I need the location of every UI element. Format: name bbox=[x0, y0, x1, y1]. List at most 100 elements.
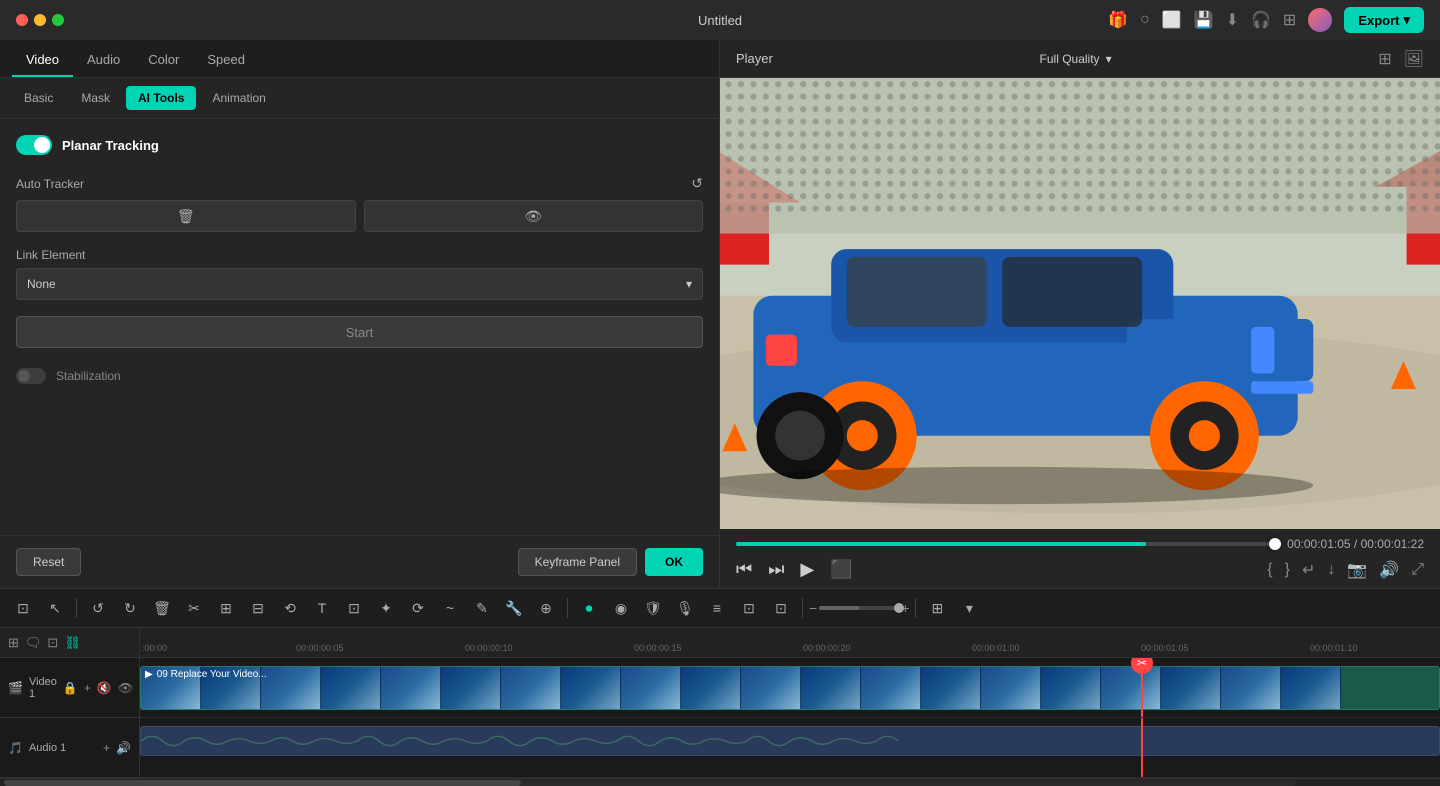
mute-icon[interactable]: 🔇 bbox=[97, 681, 112, 695]
headphone-icon[interactable]: 🎧 bbox=[1251, 10, 1271, 30]
clip-frame-6 bbox=[441, 667, 501, 709]
toolbar-placeholder[interactable]: ⊡ bbox=[339, 593, 369, 623]
timeline-scrollbar bbox=[0, 778, 1440, 786]
tab-video[interactable]: Video bbox=[12, 44, 73, 77]
grid-icon[interactable]: ⊞ bbox=[1283, 10, 1296, 30]
zoom-out-icon[interactable]: − bbox=[809, 600, 817, 616]
toolbar-more[interactable]: ▾ bbox=[954, 593, 984, 623]
progress-fill bbox=[736, 542, 1146, 546]
audio-add-icon[interactable]: + bbox=[103, 741, 110, 755]
save-icon[interactable]: 💾 bbox=[1194, 10, 1214, 30]
start-button[interactable]: Start bbox=[16, 316, 703, 348]
video-clip[interactable]: ▶ 09 Replace Your Video... bbox=[140, 666, 1440, 710]
scrollbar-track[interactable] bbox=[4, 780, 1296, 786]
maximize-button[interactable] bbox=[52, 14, 64, 26]
play-icon[interactable]: ▶ bbox=[800, 559, 814, 580]
overwrite-icon[interactable]: ↓ bbox=[1327, 561, 1335, 579]
toolbar-ripple[interactable]: ~ bbox=[435, 593, 465, 623]
close-button[interactable] bbox=[16, 14, 28, 26]
toolbar-shield[interactable]: 🛡 bbox=[638, 593, 668, 623]
toolbar-crop[interactable]: ⊞ bbox=[211, 593, 241, 623]
subtab-mask[interactable]: Mask bbox=[69, 86, 122, 110]
tab-audio[interactable]: Audio bbox=[73, 44, 134, 77]
delete-tracker-btn[interactable]: 🗑 bbox=[16, 200, 356, 232]
reset-button[interactable]: Reset bbox=[16, 548, 81, 576]
circle-icon[interactable]: ○ bbox=[1140, 11, 1150, 29]
toolbar-add[interactable]: ⊕ bbox=[531, 593, 561, 623]
download-icon[interactable]: ⬇ bbox=[1226, 10, 1239, 30]
user-avatar[interactable] bbox=[1308, 8, 1332, 32]
toolbar-camera[interactable]: ◉ bbox=[606, 593, 636, 623]
insert-icon[interactable]: ↵ bbox=[1302, 560, 1315, 580]
toolbar-record[interactable]: ⏺ bbox=[574, 593, 604, 623]
audio-vol-icon[interactable]: 🔊 bbox=[116, 741, 131, 755]
toolbar-pointer-tool[interactable]: ↖ bbox=[40, 593, 70, 623]
export-button[interactable]: Export ▾ bbox=[1344, 7, 1424, 33]
add-caption-icon[interactable]: 🗨 bbox=[25, 635, 42, 651]
toolbar-pip[interactable]: ⊡ bbox=[734, 593, 764, 623]
toolbar-settings2[interactable]: 🔧 bbox=[499, 593, 529, 623]
bottom-section: ⊡ ↖ ↺ ↻ 🗑 ✂ ⊞ ⊟ ⟲ T ⊡ ✦ ⟳ ~ ✎ 🔧 ⊕ ⏺ ◉ 🛡 … bbox=[0, 588, 1440, 786]
gift-icon[interactable]: 🎁 bbox=[1108, 10, 1128, 30]
stabilization-row: Stabilization bbox=[16, 368, 703, 384]
refresh-icon[interactable]: ↺ bbox=[691, 175, 703, 192]
player-controls: 00:00:01:05 / 00:00:01:22 ⏮ ⏭ ▶ ⬛ { } ↵ … bbox=[720, 529, 1440, 588]
minimize-button[interactable] bbox=[34, 14, 46, 26]
eye-track-icon[interactable]: 👁 bbox=[118, 681, 133, 695]
toolbar-undo[interactable]: ↺ bbox=[83, 593, 113, 623]
toolbar-transform[interactable]: ⟳ bbox=[403, 593, 433, 623]
keyframe-panel-button[interactable]: Keyframe Panel bbox=[518, 548, 637, 576]
toolbar-mic[interactable]: 🎙 bbox=[670, 593, 700, 623]
add-track-icon[interactable]: + bbox=[84, 681, 91, 695]
toolbar-marker[interactable]: ✎ bbox=[467, 593, 497, 623]
stabilization-toggle[interactable] bbox=[16, 368, 46, 384]
toolbar-redo[interactable]: ↻ bbox=[115, 593, 145, 623]
subtab-basic[interactable]: Basic bbox=[12, 86, 65, 110]
subtab-animation[interactable]: Animation bbox=[200, 86, 277, 110]
skip-back-icon[interactable]: ⏮ bbox=[736, 559, 752, 580]
toolbar-delete[interactable]: 🗑 bbox=[147, 593, 177, 623]
mark-in-icon[interactable]: { bbox=[1267, 561, 1272, 579]
toolbar-effects[interactable]: ✦ bbox=[371, 593, 401, 623]
timeline-track-controls: ⊞ 🗨 ⊡ ⛓ bbox=[0, 628, 140, 657]
audio-clip[interactable] bbox=[140, 726, 1440, 756]
toolbar-audio-track[interactable]: ⊡ bbox=[766, 593, 796, 623]
planar-tracking-toggle[interactable] bbox=[16, 135, 52, 155]
link-element-select[interactable]: None ▾ bbox=[16, 268, 703, 300]
grid-view-icon[interactable]: ⊞ bbox=[1378, 49, 1391, 69]
tab-speed[interactable]: Speed bbox=[193, 44, 259, 77]
full-screen-icon[interactable]: ⤢ bbox=[1411, 561, 1424, 579]
toolbar-text[interactable]: T bbox=[307, 593, 337, 623]
toolbar-layout[interactable]: ⊞ bbox=[922, 593, 952, 623]
stop-icon[interactable]: ⬛ bbox=[830, 559, 852, 580]
image-icon[interactable]: 🖼 bbox=[1404, 49, 1424, 69]
add-subtitle-icon[interactable]: ⊡ bbox=[47, 635, 58, 651]
add-video-track-icon[interactable]: ⊞ bbox=[8, 635, 19, 651]
toolbar-trim[interactable]: ⊟ bbox=[243, 593, 273, 623]
progress-bar[interactable] bbox=[736, 542, 1275, 546]
lock-icon[interactable]: 🔒 bbox=[63, 681, 78, 695]
tab-color[interactable]: Color bbox=[134, 44, 193, 77]
subtab-ai-tools[interactable]: AI Tools bbox=[126, 86, 196, 110]
clip-label: ▶ 09 Replace Your Video... bbox=[145, 669, 267, 680]
link-track-icon[interactable]: ⛓ bbox=[64, 635, 81, 651]
ok-button[interactable]: OK bbox=[645, 548, 703, 576]
video-scene-svg bbox=[720, 78, 1440, 529]
planar-tracking-label: Planar Tracking bbox=[62, 138, 159, 153]
toolbar-narration[interactable]: ≡ bbox=[702, 593, 732, 623]
playhead: ✂ bbox=[1141, 658, 1143, 717]
right-panel: Player Full Quality ▾ ⊞ 🖼 bbox=[720, 40, 1440, 588]
monitor-icon[interactable]: ⬜ bbox=[1162, 10, 1182, 30]
zoom-slider[interactable] bbox=[819, 606, 899, 610]
quality-selector[interactable]: Full Quality ▾ bbox=[1040, 52, 1112, 66]
toolbar-split[interactable]: ✂ bbox=[179, 593, 209, 623]
scrollbar-thumb[interactable] bbox=[4, 780, 521, 786]
toolbar-select-tool[interactable]: ⊡ bbox=[8, 593, 38, 623]
volume-icon[interactable]: 🔊 bbox=[1379, 560, 1399, 580]
toolbar-loop[interactable]: ⟲ bbox=[275, 593, 305, 623]
eye-tracker-btn[interactable]: 👁 bbox=[364, 200, 704, 232]
mark-out-icon[interactable]: } bbox=[1285, 561, 1290, 579]
frame-back-icon[interactable]: ⏭ bbox=[768, 559, 784, 580]
ruler-mark-5: 00:00:01:00 bbox=[972, 643, 1020, 653]
snapshot-icon[interactable]: 📷 bbox=[1347, 560, 1367, 580]
